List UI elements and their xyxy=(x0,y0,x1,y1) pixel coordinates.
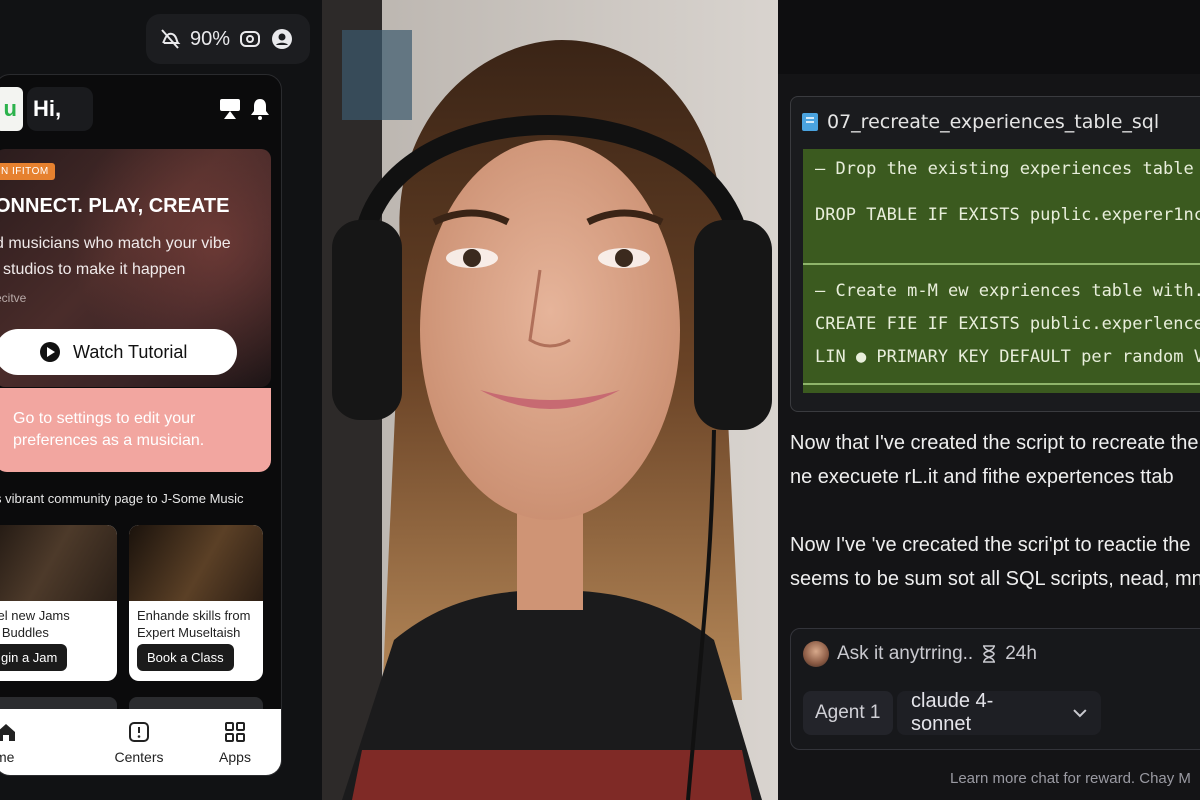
mute-icon[interactable] xyxy=(158,27,182,51)
camera-icon[interactable] xyxy=(238,27,262,51)
timer-label: 24h xyxy=(1005,643,1037,664)
chat-header xyxy=(778,0,1200,74)
chat-input[interactable]: Ask it anytrring.. 24h xyxy=(803,641,1037,667)
grid-icon xyxy=(225,722,245,742)
chat-input-placeholder: Ask it anytrring.. xyxy=(837,643,974,664)
card-title: Enhande skills from xyxy=(137,608,251,623)
message-line: seems to be sum sot all SQL scripts, nea… xyxy=(790,568,1200,590)
code-divider xyxy=(803,263,1200,265)
nav-label: Apps xyxy=(219,749,251,765)
jam-card-image xyxy=(0,525,117,601)
avatar xyxy=(803,641,829,667)
app-logo: u xyxy=(0,87,23,131)
file-icon xyxy=(802,113,818,131)
message-line: Now that I've created the script to recr… xyxy=(790,432,1199,454)
assistant-message: Now that I've created the script to recr… xyxy=(790,426,1200,494)
hourglass-icon xyxy=(983,645,996,663)
home-icon xyxy=(0,724,15,741)
begin-jam-button[interactable]: gin a Jam xyxy=(0,644,68,671)
greeting: Hi, xyxy=(27,87,93,131)
settings-notice[interactable]: Go to settings to edit your preferences … xyxy=(0,388,271,472)
card-text: Enhande skills from Expert Museltaish xyxy=(129,601,263,641)
nav-home[interactable]: me xyxy=(0,709,91,775)
bottom-nav: me Centers Apps xyxy=(0,709,281,775)
webcam-video xyxy=(322,0,778,800)
hero-badge: N IFITOM xyxy=(0,163,55,180)
play-icon xyxy=(40,342,60,362)
watch-tutorial-button[interactable]: Watch Tutorial xyxy=(0,329,237,375)
header-icons xyxy=(219,97,271,121)
chevron-down-icon xyxy=(1073,709,1087,718)
hero-subtitle-line: l studios to make it happen xyxy=(0,261,186,278)
model-label: claude 4-sonnet xyxy=(911,690,994,735)
code-line: LIN ● PRIMARY KEY DEFAULT per random VI xyxy=(815,347,1200,367)
card-text: sel new Jams d Buddles xyxy=(0,601,117,641)
battery-level: 90% xyxy=(190,27,231,50)
message-line: Now I've 've crecated the scri'pt to rea… xyxy=(790,534,1191,556)
code-file-card[interactable]: 07_recreate_experiences_table_sql — Drop… xyxy=(790,96,1200,412)
card-title: d Buddles xyxy=(0,625,49,640)
watch-tutorial-label: Watch Tutorial xyxy=(73,341,188,362)
nav-apps[interactable]: Apps xyxy=(187,709,281,775)
bell-icon[interactable] xyxy=(249,97,271,121)
app-header: u Hi, xyxy=(0,75,281,145)
hero-subtitle: d musicians who match your vibe l studio… xyxy=(0,231,265,283)
cast-icon[interactable] xyxy=(219,97,241,121)
code-divider xyxy=(803,383,1200,385)
profile-icon[interactable] xyxy=(270,27,294,51)
code-line: CREATE FIE IF EXISTS public.experlencee xyxy=(815,314,1200,334)
class-card-image xyxy=(129,525,263,601)
code-line: — Create m-M ew expriences table with. xyxy=(815,281,1200,301)
jam-card[interactable]: sel new Jams d Buddles gin a Jam xyxy=(0,525,117,681)
info-icon xyxy=(129,722,149,742)
code-line: DROP TABLE IF EXISTS puplic.experer1nce xyxy=(815,205,1200,225)
hero-subtitle-line: d musicians who match your vibe xyxy=(0,235,231,252)
nav-label: me xyxy=(0,749,15,765)
code-block: — Drop the existing experiences table DR… xyxy=(803,149,1200,393)
code-file-title[interactable]: 07_recreate_experiences_table_sql xyxy=(801,111,1159,133)
mobile-app-panel: 90% u Hi, N IFITOM ONNECT. PLAY, CREATE … xyxy=(0,0,322,800)
person-photo xyxy=(322,0,778,800)
code-file-name: 07_recreate_experiences_table_sql xyxy=(827,111,1160,133)
chat-composer: Ask it anytrring.. 24h Agent 1 claude 4-… xyxy=(790,628,1200,750)
message-line: ne execuete rL.it and fithe expertences … xyxy=(790,466,1174,488)
status-pill: 90% xyxy=(146,14,310,64)
book-class-button[interactable]: Book a Class xyxy=(137,644,234,671)
model-selector[interactable]: claude 4-sonnet xyxy=(897,690,1101,735)
hero-title: ONNECT. PLAY, CREATE xyxy=(0,195,230,217)
code-line: — Drop the existing experiences table xyxy=(815,159,1194,179)
agent-selector[interactable]: Agent 1 xyxy=(803,691,893,735)
nav-label: Centers xyxy=(114,749,164,765)
chat-panel: 07_recreate_experiences_table_sql — Drop… xyxy=(778,0,1200,800)
phone-screen: u Hi, N IFITOM ONNECT. PLAY, CREATE d mu… xyxy=(0,74,282,776)
community-text: s vibrant community page to J-Some Music xyxy=(0,491,244,506)
card-title: Expert Museltaish xyxy=(137,625,241,640)
class-card[interactable]: Enhande skills from Expert Museltaish Bo… xyxy=(129,525,263,681)
hero-caption: ecitve xyxy=(0,291,27,305)
assistant-message: Now I've 've crecated the scri'pt to rea… xyxy=(790,528,1200,596)
card-title: sel new Jams xyxy=(0,608,70,623)
nav-centers[interactable]: Centers xyxy=(91,709,187,775)
footer-note[interactable]: Learn more chat for reward. Chay M xyxy=(950,770,1191,787)
